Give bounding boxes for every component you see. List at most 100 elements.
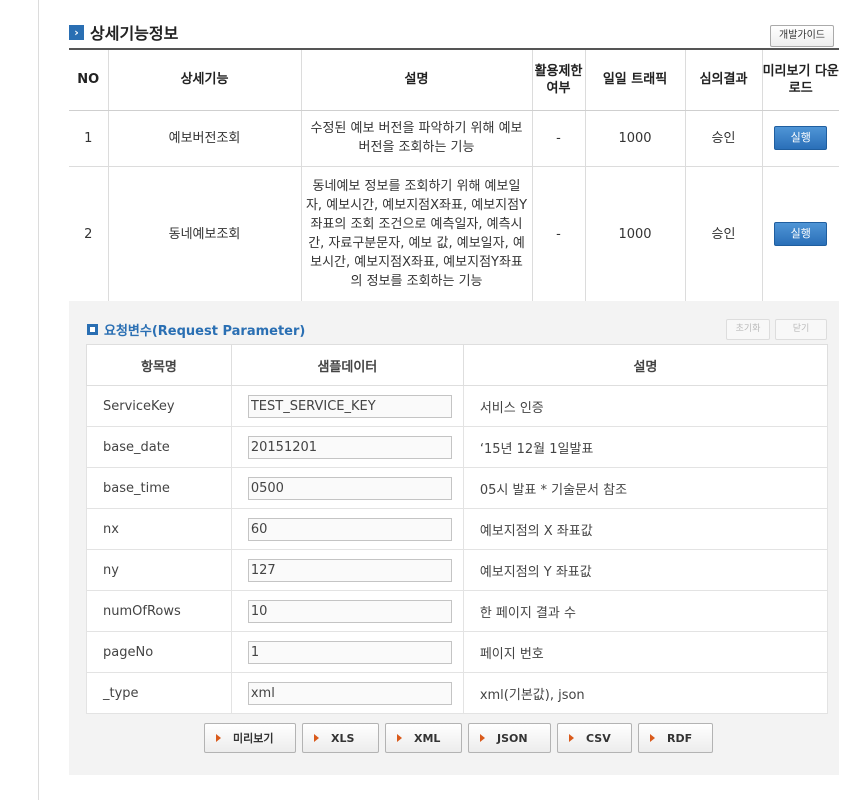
- param-sample-input[interactable]: [247, 640, 452, 664]
- close-button[interactable]: 닫기: [775, 319, 827, 340]
- xls-button[interactable]: XLS: [302, 723, 379, 753]
- param-sample-input[interactable]: [247, 394, 452, 418]
- row-no: 1: [69, 110, 108, 167]
- param-sample-cell: [230, 590, 464, 632]
- col-header-sample: 샘플데이터: [230, 344, 464, 386]
- param-name: base_date: [86, 426, 232, 468]
- param-name: base_time: [86, 467, 232, 509]
- param-row: pageNo 페이지 번호: [86, 631, 829, 673]
- param-name: _type: [86, 672, 232, 714]
- row-no: 2: [69, 166, 108, 303]
- chevron-right-icon: ›: [69, 24, 84, 40]
- param-name: numOfRows: [86, 590, 232, 632]
- param-sample-cell: [230, 508, 464, 550]
- csv-button[interactable]: CSV: [557, 723, 632, 753]
- param-name: nx: [86, 508, 232, 550]
- row-description: 동네예보 정보를 조회하기 위해 예보일자, 예보시간, 예보지점X좌표, 예보…: [300, 166, 532, 303]
- format-button-label: XML: [414, 731, 441, 745]
- param-description: 한 페이지 결과 수: [462, 590, 829, 632]
- run-button[interactable]: 실행: [774, 126, 828, 150]
- col-header-limit: 활용제한 여부: [531, 48, 585, 111]
- format-button-label: RDF: [667, 731, 693, 745]
- col-header-no: NO: [69, 48, 108, 111]
- col-header-item: 항목명: [86, 344, 232, 386]
- preview-button[interactable]: 미리보기: [204, 723, 296, 753]
- param-table-header: 항목명 샘플데이터 설명: [86, 344, 829, 386]
- param-sample-input[interactable]: [247, 435, 452, 459]
- param-description: 페이지 번호: [462, 631, 829, 673]
- arrow-right-icon: [650, 734, 655, 742]
- param-sample-input[interactable]: [247, 599, 452, 623]
- json-button[interactable]: JSON: [468, 723, 551, 753]
- col-header-feature: 상세기능: [107, 48, 301, 111]
- col-header-result: 심의결과: [684, 48, 762, 111]
- param-description: 예보지점의 X 좌표값: [462, 508, 829, 550]
- row-result: 승인: [684, 110, 762, 167]
- param-description: xml(기본값), json: [462, 672, 829, 714]
- xml-button[interactable]: XML: [385, 723, 462, 753]
- param-name: ServiceKey: [86, 385, 232, 427]
- row-feature-name: 예보버전조회: [107, 110, 301, 167]
- param-header: 요청변수(Request Parameter): [87, 320, 305, 339]
- param-table: 항목명 샘플데이터 설명 ServiceKey 서비스 인증 base_date…: [86, 344, 829, 714]
- param-description: 서비스 인증: [462, 385, 829, 427]
- row-traffic: 1000: [584, 110, 685, 167]
- format-button-row: 미리보기 XLS XML JSON CSV RDF: [204, 723, 713, 753]
- param-row: base_date ‘15년 12월 1일발표: [86, 426, 829, 468]
- left-divider: [38, 0, 39, 800]
- arrow-right-icon: [216, 734, 221, 742]
- param-sample-cell: [230, 672, 464, 714]
- param-sample-input[interactable]: [247, 558, 452, 582]
- format-button-label: XLS: [331, 731, 355, 745]
- param-row: _type xml(기본값), json: [86, 672, 829, 714]
- param-sample-cell: [230, 385, 464, 427]
- param-description: 05시 발표 * 기술문서 참조: [462, 467, 829, 509]
- square-bullet-icon: [87, 324, 98, 335]
- param-row: ny 예보지점의 Y 좌표값: [86, 549, 829, 591]
- param-row: base_time 05시 발표 * 기술문서 참조: [86, 467, 829, 509]
- table-row: 2 동네예보조회 동네예보 정보를 조회하기 위해 예보일자, 예보시간, 예보…: [69, 166, 839, 303]
- param-sample-input[interactable]: [247, 476, 452, 500]
- request-parameter-panel: 요청변수(Request Parameter) 초기화 닫기 항목명 샘플데이터…: [69, 301, 839, 775]
- row-traffic: 1000: [584, 166, 685, 303]
- row-limit: -: [531, 110, 585, 167]
- param-sample-cell: [230, 467, 464, 509]
- param-title: 요청변수(Request Parameter): [104, 324, 306, 339]
- row-action-cell: 실행: [761, 166, 839, 303]
- param-sample-input[interactable]: [247, 517, 452, 541]
- row-feature-name: 동네예보조회: [107, 166, 301, 303]
- col-header-traffic: 일일 트래픽: [584, 48, 685, 111]
- dev-guide-button[interactable]: 개발가이드: [770, 25, 834, 47]
- param-sample-cell: [230, 426, 464, 468]
- param-name: ny: [86, 549, 232, 591]
- param-row: numOfRows 한 페이지 결과 수: [86, 590, 829, 632]
- format-button-label: JSON: [497, 731, 528, 745]
- param-sample-cell: [230, 631, 464, 673]
- feature-table-header: NO 상세기능 설명 활용제한 여부 일일 트래픽 심의결과 미리보기 다운로드: [69, 48, 839, 111]
- row-action-cell: 실행: [761, 110, 839, 167]
- arrow-right-icon: [314, 734, 319, 742]
- param-name: pageNo: [86, 631, 232, 673]
- arrow-right-icon: [397, 734, 402, 742]
- section-header: › 상세기능정보: [69, 21, 178, 43]
- col-header-param-desc: 설명: [462, 344, 829, 386]
- feature-table: NO 상세기능 설명 활용제한 여부 일일 트래픽 심의결과 미리보기 다운로드…: [69, 48, 839, 303]
- row-description: 수정된 예보 버전을 파악하기 위해 예보버전을 조회하는 기능: [300, 110, 532, 167]
- param-description: 예보지점의 Y 좌표값: [462, 549, 829, 591]
- param-sample-input[interactable]: [247, 681, 452, 705]
- param-row: nx 예보지점의 X 좌표값: [86, 508, 829, 550]
- param-description: ‘15년 12월 1일발표: [462, 426, 829, 468]
- format-button-label: 미리보기: [233, 732, 274, 745]
- format-button-label: CSV: [586, 731, 611, 745]
- reset-button[interactable]: 초기화: [726, 319, 770, 340]
- rdf-button[interactable]: RDF: [638, 723, 713, 753]
- param-sample-cell: [230, 549, 464, 591]
- row-limit: -: [531, 166, 585, 303]
- row-result: 승인: [684, 166, 762, 303]
- run-button[interactable]: 실행: [774, 222, 828, 246]
- arrow-right-icon: [480, 734, 485, 742]
- section-title: 상세기능정보: [90, 24, 179, 43]
- arrow-right-icon: [569, 734, 574, 742]
- col-header-preview: 미리보기 다운로드: [761, 48, 839, 111]
- table-row: 1 예보버전조회 수정된 예보 버전을 파악하기 위해 예보버전을 조회하는 기…: [69, 110, 839, 167]
